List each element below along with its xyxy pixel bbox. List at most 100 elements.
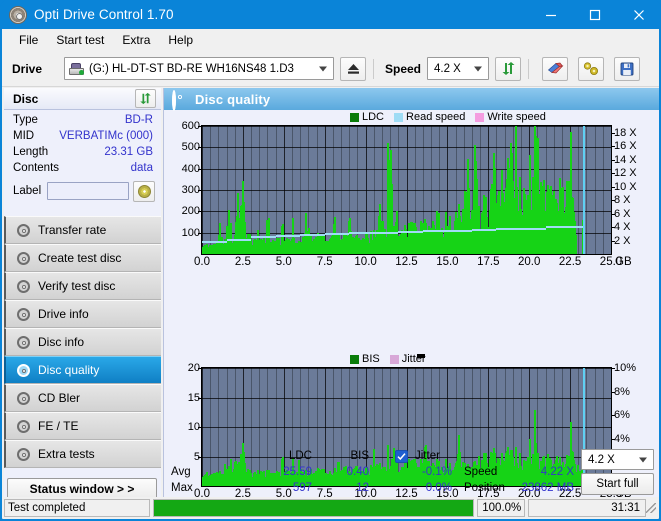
disc-field-mid: MID VERBATIMc (000) bbox=[4, 128, 161, 144]
y2-axis-tick-label: 12 X bbox=[614, 167, 637, 179]
stats-row-max-bis: 12 bbox=[319, 482, 369, 494]
x-axis-tick-label: 17.5 bbox=[477, 256, 499, 268]
refresh-button[interactable] bbox=[495, 57, 521, 81]
x-axis-unit-label: GB bbox=[615, 256, 632, 268]
y2-axis-tick-label: 4 X bbox=[614, 221, 631, 233]
disc-info-icon bbox=[15, 334, 31, 350]
y2-axis-tick-mark bbox=[611, 187, 615, 188]
chart-data-layer bbox=[202, 126, 611, 254]
menu-start-test[interactable]: Start test bbox=[47, 31, 113, 49]
y2-axis-tick-label: 14 X bbox=[614, 154, 637, 166]
read-speed-line bbox=[546, 226, 562, 228]
disc-label-input[interactable] bbox=[47, 182, 129, 200]
progress-percent: 100.0% bbox=[477, 499, 525, 517]
read-speed-line bbox=[276, 235, 301, 237]
chevron-down-icon bbox=[474, 66, 482, 71]
x-axis-tick-label: 12.5 bbox=[395, 256, 417, 268]
disc-label-row: Label bbox=[4, 178, 161, 204]
read-speed-line bbox=[496, 228, 521, 230]
x-axis-tick-label: 5.0 bbox=[276, 256, 292, 268]
menu-file[interactable]: File bbox=[10, 31, 47, 49]
ldc-chart-plot[interactable]: 1002003004005006002 X4 X6 X8 X10 X12 X14… bbox=[201, 125, 612, 255]
x-axis-tick-label: 10.0 bbox=[354, 256, 376, 268]
stats-row-avg-key: Avg bbox=[171, 466, 191, 478]
disc-label-key: Label bbox=[13, 185, 41, 197]
save-button[interactable] bbox=[614, 57, 640, 81]
drive-select[interactable]: (G:) HL-DT-ST BD-RE WH16NS48 1.D3 bbox=[64, 57, 334, 80]
resize-grip-icon[interactable] bbox=[646, 503, 656, 513]
disc-field-type: Type BD-R bbox=[4, 112, 161, 128]
y2-axis-tick-label: 4% bbox=[614, 433, 630, 445]
y2-axis-tick-mark bbox=[611, 200, 615, 201]
left-panel: Disc Type BD-R MID VERBATIMc (000) bbox=[4, 88, 161, 519]
sidebar-item-label: Drive info bbox=[38, 307, 89, 321]
y2-axis-tick-mark bbox=[611, 392, 615, 393]
eject-button[interactable] bbox=[340, 57, 366, 81]
start-full-button[interactable]: Start full bbox=[581, 473, 654, 495]
x-axis-tick-label: 20.0 bbox=[518, 256, 540, 268]
sidebar-item-label: Disc info bbox=[38, 335, 84, 349]
drive-toolbar: Drive (G:) HL-DT-ST BD-RE WH16NS48 1.D3 … bbox=[2, 51, 659, 87]
window-controls bbox=[529, 0, 661, 29]
y2-axis-tick-label: 18 X bbox=[614, 127, 637, 139]
chevron-down-icon bbox=[639, 457, 647, 462]
speed-select[interactable]: 4.2 X bbox=[427, 57, 489, 80]
y2-axis-tick-label: 10 X bbox=[614, 181, 637, 193]
menu-extra[interactable]: Extra bbox=[113, 31, 159, 49]
sidebar-item-create-test-disc[interactable]: Create test disc bbox=[4, 244, 161, 272]
legend-entry-write-speed: Write speed bbox=[475, 111, 546, 123]
legend-swatch-write-speed bbox=[475, 113, 484, 122]
jitter-checkbox[interactable] bbox=[395, 450, 408, 463]
y2-axis-tick-label: 2 X bbox=[614, 235, 631, 247]
position-stat-key: Position bbox=[464, 482, 505, 494]
disc-panel-header: Disc bbox=[4, 88, 161, 110]
disc-label-button[interactable] bbox=[133, 181, 155, 202]
y2-axis-tick-mark bbox=[611, 133, 615, 134]
close-icon[interactable] bbox=[617, 0, 661, 29]
disc-field-length-key: Length bbox=[13, 146, 48, 158]
read-speed-line bbox=[300, 234, 325, 236]
y2-axis-tick-label: 8 X bbox=[614, 194, 631, 206]
speed-select-value: 4.2 X bbox=[434, 63, 461, 75]
disc-fete-icon bbox=[15, 418, 31, 434]
jitter-label: Jitter bbox=[415, 450, 440, 462]
y2-axis-tick-label: 6% bbox=[614, 409, 630, 421]
read-speed-line bbox=[227, 239, 252, 241]
jitter-value-1: -0.1% bbox=[392, 466, 452, 478]
stats-row-avg-ldc: 25.59 bbox=[260, 466, 312, 478]
y2-axis-tick-label: 8% bbox=[614, 386, 630, 398]
progress-bar-fill bbox=[154, 500, 473, 516]
maximize-icon[interactable] bbox=[573, 0, 617, 29]
sidebar-item-extra-tests[interactable]: Extra tests bbox=[4, 440, 161, 468]
sidebar-item-drive-info[interactable]: Drive info bbox=[4, 300, 161, 328]
drive-label: Drive bbox=[12, 62, 64, 76]
legend-swatch-jitter bbox=[390, 355, 399, 364]
legend-swatch-ldc bbox=[350, 113, 359, 122]
y2-axis-tick-mark bbox=[611, 160, 615, 161]
y2-axis-tick-label: 6 X bbox=[614, 208, 631, 220]
disc-write-icon bbox=[15, 250, 31, 266]
menu-help[interactable]: Help bbox=[159, 31, 202, 49]
disc-bler-icon bbox=[15, 390, 31, 406]
read-speed-line bbox=[521, 228, 546, 230]
tools-button[interactable] bbox=[578, 57, 604, 81]
y2-axis-tick-mark bbox=[611, 214, 615, 215]
minimize-icon[interactable] bbox=[529, 0, 573, 29]
eraser-button[interactable] bbox=[542, 57, 568, 81]
cd-icon bbox=[138, 185, 151, 198]
y2-axis-tick-mark bbox=[611, 415, 615, 416]
sidebar-item-transfer-rate[interactable]: Transfer rate bbox=[4, 216, 161, 244]
legend-entry-ldc: LDC bbox=[350, 111, 384, 123]
page-title: Disc quality bbox=[195, 92, 270, 107]
sidebar-item-label: Verify test disc bbox=[38, 279, 115, 293]
disc-refresh-button[interactable] bbox=[135, 89, 156, 108]
sidebar-item-disc-info[interactable]: Disc info bbox=[4, 328, 161, 356]
sidebar-item-cd-bler[interactable]: CD Bler bbox=[4, 384, 161, 412]
speed-label: Speed bbox=[385, 62, 425, 76]
disc-field-contents: Contents data bbox=[4, 160, 161, 176]
sidebar-item-disc-quality[interactable]: Disc quality bbox=[4, 356, 161, 384]
x-axis-tick-label: 22.5 bbox=[559, 256, 581, 268]
sidebar-item-verify-test-disc[interactable]: Verify test disc bbox=[4, 272, 161, 300]
test-speed-select[interactable]: 4.2 X bbox=[581, 449, 654, 470]
sidebar-item-fe-te[interactable]: FE / TE bbox=[4, 412, 161, 440]
